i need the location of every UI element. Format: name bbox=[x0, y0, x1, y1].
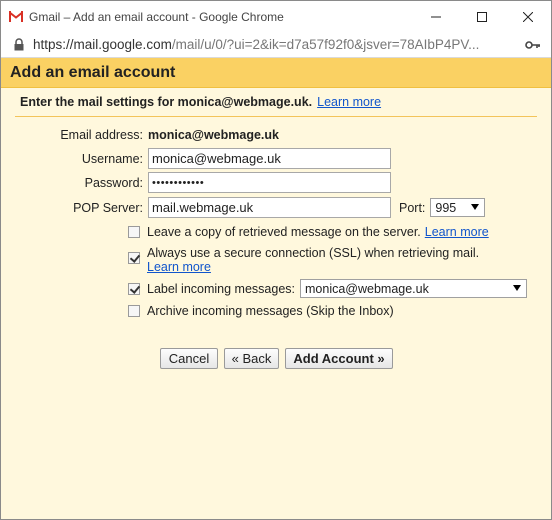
username-label: Username: bbox=[81, 151, 143, 166]
label-select[interactable]: monica@webmage.uk bbox=[300, 279, 527, 298]
page-title: Add an email account bbox=[1, 58, 551, 88]
password-row: Password: •••••••••••• bbox=[1, 172, 391, 193]
ssl-row: Always use a secure connection (SSL) whe… bbox=[128, 246, 479, 274]
leave-copy-label: Leave a copy of retrieved message on the… bbox=[147, 225, 421, 239]
label-incoming-checkbox[interactable] bbox=[128, 282, 140, 295]
password-label: Password: bbox=[84, 175, 143, 190]
window-title: Gmail – Add an email account - Google Ch… bbox=[29, 9, 284, 24]
key-icon[interactable] bbox=[525, 38, 541, 52]
ssl-checkbox[interactable] bbox=[128, 252, 140, 264]
chevron-down-icon bbox=[513, 285, 521, 291]
leave-copy-row: Leave a copy of retrieved message on the… bbox=[128, 225, 489, 239]
username-input[interactable]: monica@webmage.uk bbox=[148, 148, 391, 169]
port-value: 995 bbox=[435, 200, 457, 215]
leave-copy-learn-more-link[interactable]: Learn more bbox=[425, 225, 489, 239]
email-label: Email address: bbox=[60, 128, 143, 142]
archive-label: Archive incoming messages (Skip the Inbo… bbox=[147, 304, 394, 318]
address-bar[interactable]: https://mail.google.com/mail/u/0/?ui=2&i… bbox=[1, 32, 551, 58]
leave-copy-checkbox[interactable] bbox=[128, 226, 140, 238]
chevron-down-icon bbox=[471, 204, 480, 210]
intro-text: Enter the mail settings for monica@webma… bbox=[15, 88, 537, 117]
port-label: Port: bbox=[399, 200, 426, 215]
browser-window: Gmail – Add an email account - Google Ch… bbox=[0, 0, 552, 520]
url-text: https://mail.google.com/mail/u/0/?ui=2&i… bbox=[33, 37, 480, 52]
gmail-icon bbox=[9, 11, 23, 22]
pop-server-row: POP Server: mail.webmage.uk Port: 995 bbox=[1, 197, 486, 218]
close-button[interactable] bbox=[505, 1, 551, 32]
maximize-icon bbox=[477, 11, 487, 22]
username-row: Username: monica@webmage.uk bbox=[1, 148, 391, 169]
label-incoming-label: Label incoming messages: bbox=[147, 281, 295, 296]
title-bar: Gmail – Add an email account - Google Ch… bbox=[1, 1, 551, 32]
label-select-value: monica@webmage.uk bbox=[305, 281, 429, 296]
cancel-button[interactable]: Cancel bbox=[160, 348, 218, 369]
ssl-label: Always use a secure connection (SSL) whe… bbox=[147, 246, 480, 260]
ssl-learn-more-link[interactable]: Learn more bbox=[147, 260, 479, 274]
email-value: monica@webmage.uk bbox=[148, 128, 279, 142]
maximize-button[interactable] bbox=[459, 1, 505, 32]
minimize-icon bbox=[431, 16, 441, 17]
lock-icon bbox=[14, 38, 24, 51]
back-button[interactable]: « Back bbox=[224, 348, 279, 369]
pop-server-label: POP Server: bbox=[73, 200, 143, 215]
close-icon bbox=[523, 11, 533, 22]
learn-more-link[interactable]: Learn more bbox=[317, 95, 381, 109]
port-select[interactable]: 995 bbox=[430, 198, 486, 217]
password-input[interactable]: •••••••••••• bbox=[148, 172, 391, 193]
add-account-button[interactable]: Add Account » bbox=[285, 348, 393, 369]
pop-server-input[interactable]: mail.webmage.uk bbox=[148, 197, 391, 218]
archive-row: Archive incoming messages (Skip the Inbo… bbox=[128, 304, 394, 318]
email-row: Email address: monica@webmage.uk bbox=[1, 128, 279, 142]
minimize-button[interactable] bbox=[413, 1, 459, 32]
intro-label: Enter the mail settings for monica@webma… bbox=[20, 95, 313, 109]
archive-checkbox[interactable] bbox=[128, 305, 140, 317]
label-incoming-row: Label incoming messages: monica@webmage.… bbox=[128, 279, 527, 298]
